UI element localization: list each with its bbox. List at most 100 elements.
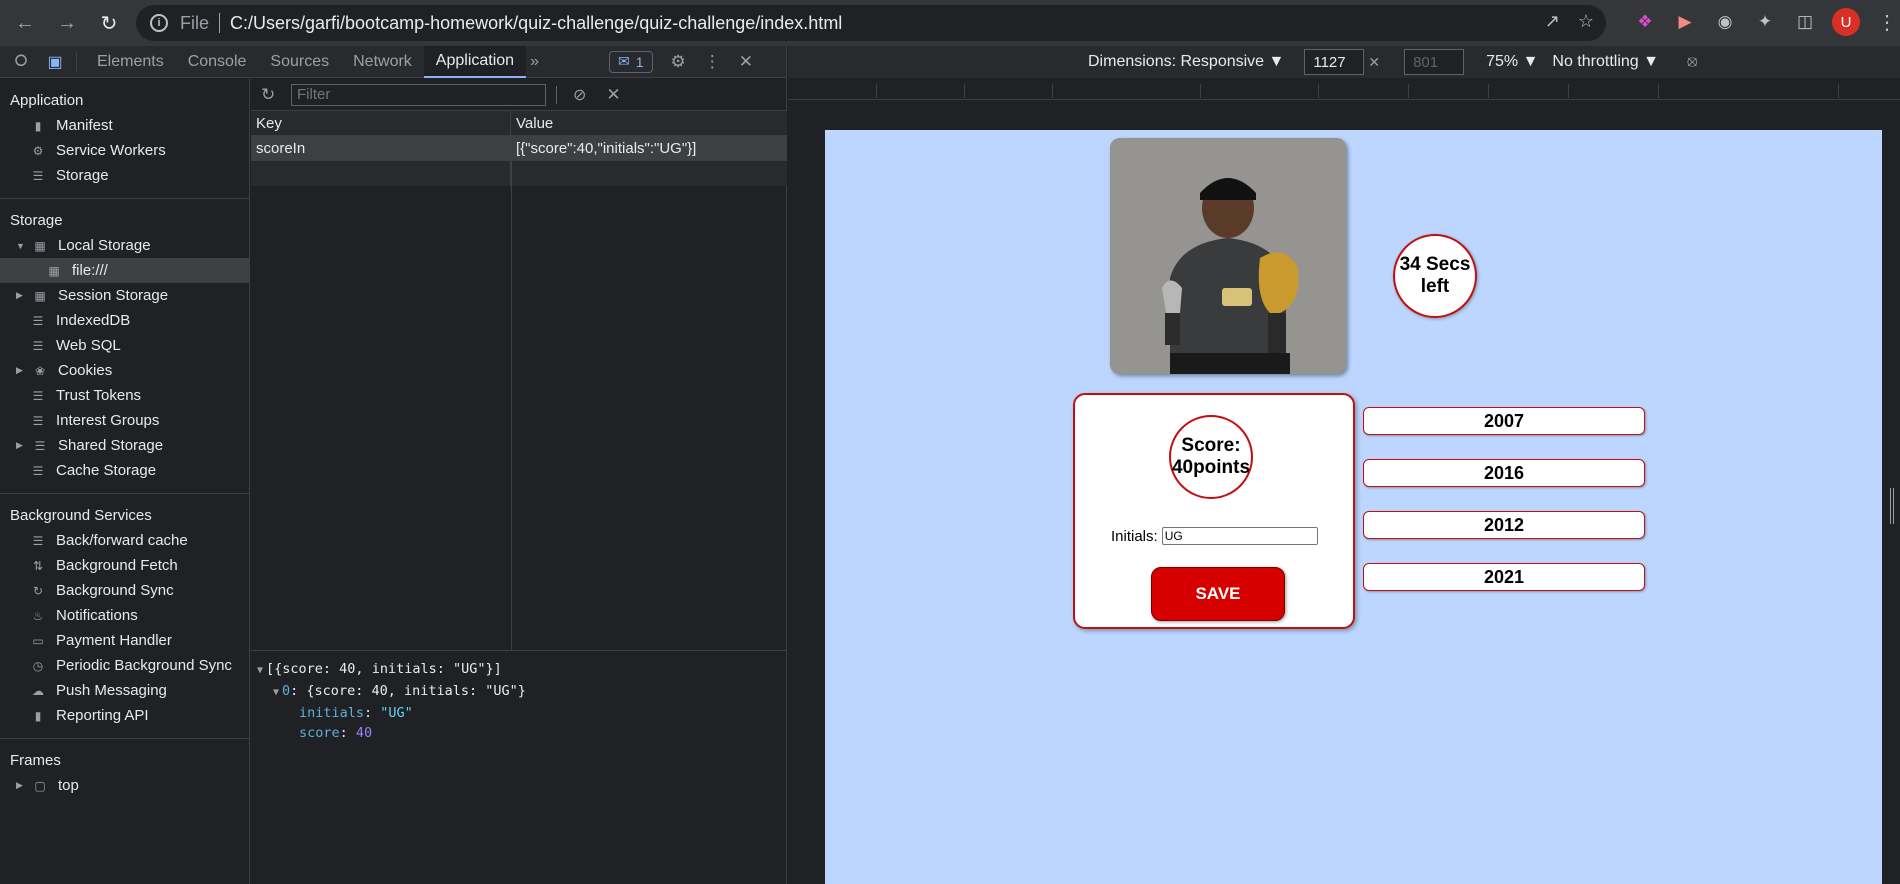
answer-button-1[interactable]: 2007: [1363, 407, 1645, 435]
score-card: Score: 40points Initials: SAVE: [1073, 393, 1355, 629]
sidebar-item-session-storage[interactable]: ▶ ▦ Session Storage: [0, 283, 249, 308]
close-devtools-icon[interactable]: ✕: [739, 52, 753, 72]
forward-icon[interactable]: →: [50, 6, 84, 40]
document-icon: ▮: [34, 118, 42, 133]
sidebar-item-cache-storage[interactable]: ☰ Cache Storage: [0, 458, 249, 483]
device-toggle-icon[interactable]: ▣: [42, 49, 68, 75]
devtools-menu-icon[interactable]: ⋮: [704, 52, 721, 72]
sidebar-label: Back/forward cache: [56, 532, 188, 549]
browser-menu-icon[interactable]: ⋮: [1874, 9, 1900, 35]
row-key[interactable]: scoreIn: [251, 136, 511, 161]
sidebar-item-interest-groups[interactable]: ☰ Interest Groups: [0, 408, 249, 433]
answer-button-2[interactable]: 2016: [1363, 459, 1645, 487]
sidebar-label: Payment Handler: [56, 632, 172, 649]
preview-root-text: [{score: 40, initials: "UG"}]: [266, 661, 502, 677]
info-icon[interactable]: i: [150, 14, 168, 32]
collapsed-triangle-icon[interactable]: ▶: [16, 780, 26, 791]
bookmark-star-icon[interactable]: ☆: [1578, 11, 1594, 32]
tab-application[interactable]: Application: [423, 45, 527, 78]
sidebar-item-trust-tokens[interactable]: ☰ Trust Tokens: [0, 383, 249, 408]
sidebar-item-periodic-background-sync[interactable]: ◷ Periodic Background Sync: [0, 653, 249, 678]
ruler-tick: [876, 84, 877, 98]
dimensions-dropdown[interactable]: Dimensions: Responsive ▼: [1088, 53, 1284, 71]
sidebar-item-web-sql[interactable]: ☰ Web SQL: [0, 333, 249, 358]
expanded-triangle-icon[interactable]: ▼: [273, 687, 279, 698]
tab-sources[interactable]: Sources: [258, 46, 341, 78]
ruler-tick: [1318, 84, 1319, 98]
tab-elements[interactable]: Elements: [85, 46, 176, 78]
column-header-value[interactable]: Value: [511, 111, 787, 135]
sidebar-item-cookies[interactable]: ▶ ❀ Cookies: [0, 358, 249, 383]
table-row-empty[interactable]: [251, 161, 787, 186]
reload-icon[interactable]: ↻: [92, 6, 126, 40]
save-button[interactable]: SAVE: [1151, 567, 1285, 621]
sidebar-item-background-fetch[interactable]: ⇅ Background Fetch: [0, 553, 249, 578]
side-panel-icon[interactable]: ◫: [1792, 9, 1818, 35]
table-icon: ▦: [34, 288, 46, 303]
sidebar-item-local-storage[interactable]: ▼ ▦ Local Storage: [0, 233, 249, 258]
zoom-dropdown[interactable]: 75% ▼: [1486, 53, 1538, 71]
row-value[interactable]: [{"score":40,"initials":"UG"}]: [511, 136, 787, 161]
table-icon: ▦: [48, 263, 60, 278]
extensions-puzzle-icon[interactable]: ✦: [1752, 9, 1778, 35]
sidebar-item-service-workers[interactable]: ⚙ Service Workers: [0, 138, 249, 163]
expanded-triangle-icon[interactable]: ▼: [16, 241, 26, 251]
answer-button-4[interactable]: 2021: [1363, 563, 1645, 591]
value-preview: ▼ [{score: 40, initials: "UG"}] ▼ 0: {scor…: [251, 651, 787, 743]
sidebar-item-background-sync[interactable]: ↻ Background Sync: [0, 578, 249, 603]
answer-button-3[interactable]: 2012: [1363, 511, 1645, 539]
toolbar-divider: [76, 51, 77, 72]
settings-gear-icon[interactable]: ⚙: [671, 52, 686, 72]
back-icon[interactable]: ←: [8, 6, 42, 40]
inspect-element-icon[interactable]: ⭘: [8, 49, 34, 75]
tab-console[interactable]: Console: [176, 46, 259, 78]
initials-input[interactable]: [1161, 527, 1318, 545]
file-label: File: [180, 12, 210, 33]
url-text[interactable]: C:/Users/garfi/bootcamp-homework/quiz-ch…: [230, 13, 842, 34]
table-row[interactable]: scoreIn [{"score":40,"initials":"UG"}]: [251, 136, 787, 161]
sidebar-item-notifications[interactable]: ♨ Notifications: [0, 603, 249, 628]
sidebar-item-indexeddb[interactable]: ☰ IndexedDB: [0, 308, 249, 333]
credit-card-icon: ▭: [32, 633, 44, 648]
preview-root[interactable]: ▼ [{score: 40, initials: "UG"}]: [257, 659, 787, 681]
height-input[interactable]: 801: [1404, 49, 1465, 75]
sidebar-label: IndexedDB: [56, 312, 131, 329]
sidebar-item-push-messaging[interactable]: ☁ Push Messaging: [0, 678, 249, 703]
sidebar-item-payment-handler[interactable]: ▭ Payment Handler: [0, 628, 249, 653]
sidebar-item-back-forward-cache[interactable]: ☰ Back/forward cache: [0, 528, 249, 553]
preview-item[interactable]: ▼ 0: {score: 40, initials: "UG"}: [257, 681, 787, 703]
sidebar-item-frame-top[interactable]: ▶ ▢ top: [0, 773, 249, 798]
sidebar-item-storage[interactable]: ☰ Storage: [0, 163, 249, 188]
collapsed-triangle-icon[interactable]: ▶: [16, 290, 26, 301]
filter-input[interactable]: [291, 83, 546, 106]
sidebar-item-manifest[interactable]: ▮ Manifest: [0, 113, 249, 138]
resize-handle[interactable]: [1890, 488, 1894, 524]
video-extension-icon[interactable]: ▶: [1672, 9, 1698, 35]
issues-badge[interactable]: ✉ 1: [608, 50, 653, 73]
more-tabs-icon[interactable]: »: [530, 53, 539, 71]
refresh-icon[interactable]: ↻: [261, 85, 281, 105]
share-icon[interactable]: ↗: [1545, 11, 1560, 32]
column-header-key[interactable]: Key: [251, 111, 511, 135]
address-bar[interactable]: i File C:/Users/garfi/bootcamp-homework/…: [136, 5, 1606, 41]
sidebar-item-local-storage-file[interactable]: ▦ file:///: [0, 258, 249, 283]
clear-all-icon[interactable]: ⊘: [573, 85, 586, 105]
expanded-triangle-icon[interactable]: ▼: [257, 665, 263, 676]
throttling-dropdown[interactable]: No throttling ▼: [1552, 53, 1659, 71]
collapsed-triangle-icon[interactable]: ▶: [16, 440, 26, 451]
ruler-tick: [1052, 84, 1053, 98]
rotate-icon[interactable]: ⦻: [1687, 53, 1698, 71]
color-picker-extension-icon[interactable]: ❖: [1632, 9, 1658, 35]
sidebar-item-shared-storage[interactable]: ▶ ☰ Shared Storage: [0, 433, 249, 458]
sync-icon: ↻: [32, 583, 44, 598]
sidebar-item-reporting-api[interactable]: ▮ Reporting API: [0, 703, 249, 728]
delete-selected-icon[interactable]: ✕: [606, 85, 620, 105]
tab-network[interactable]: Network: [341, 46, 424, 78]
collapsed-triangle-icon[interactable]: ▶: [16, 365, 26, 376]
sidebar-label: Push Messaging: [56, 682, 167, 699]
address-separator: [219, 13, 221, 33]
cloud-icon: ☁: [32, 683, 44, 698]
width-input[interactable]: 1127: [1304, 49, 1365, 75]
profile-avatar[interactable]: U: [1832, 8, 1860, 36]
camera-extension-icon[interactable]: ◉: [1712, 9, 1738, 35]
